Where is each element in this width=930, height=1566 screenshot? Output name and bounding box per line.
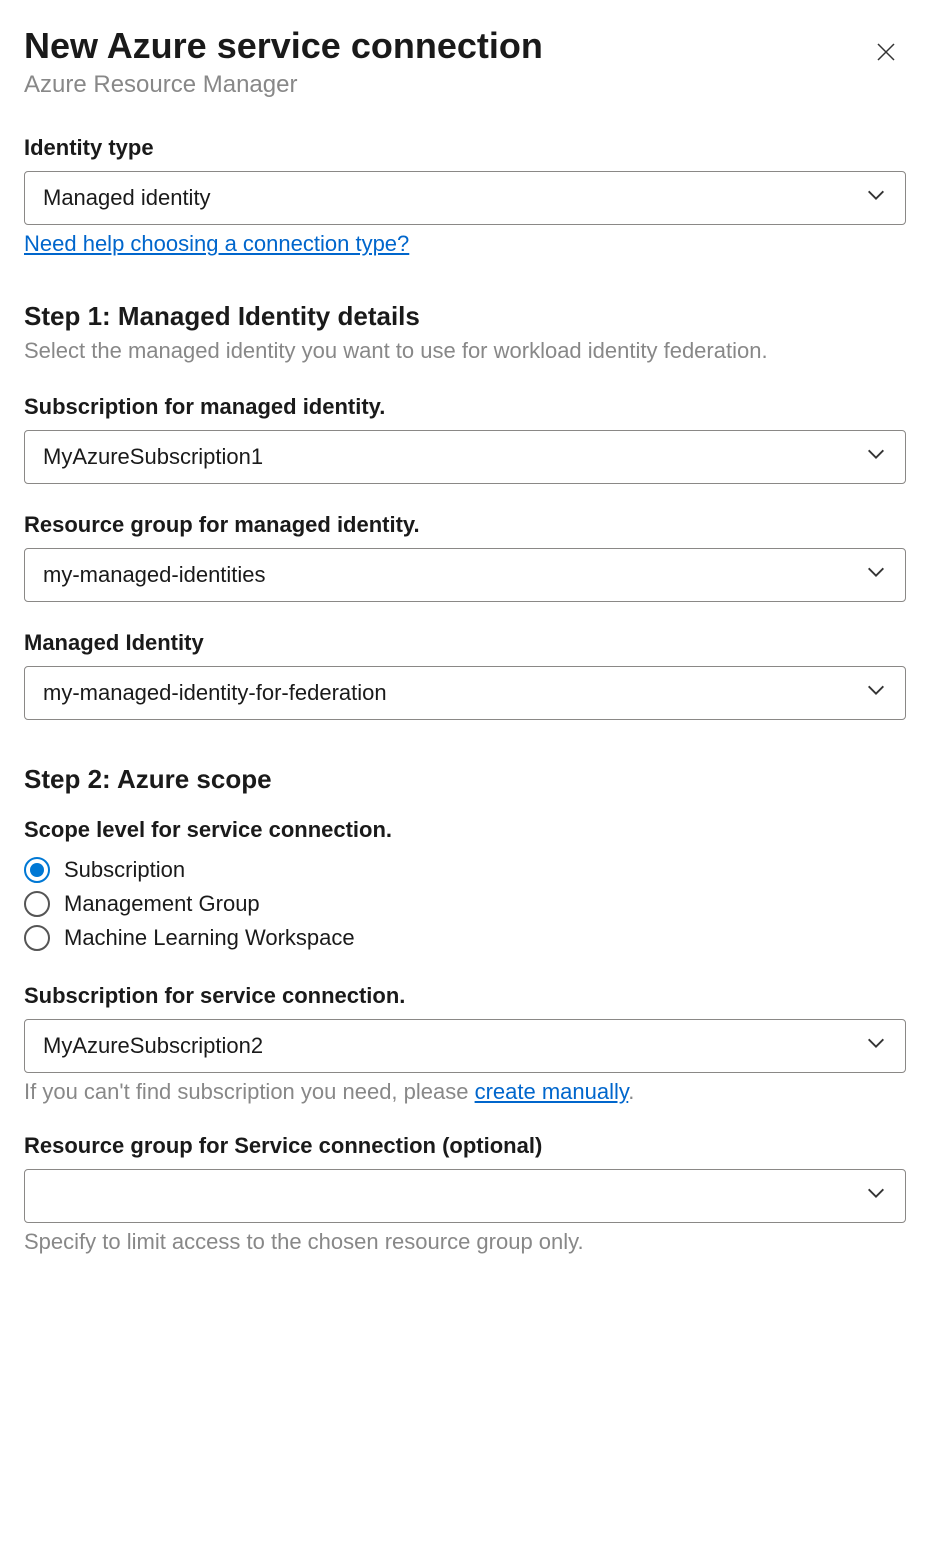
identity-type-dropdown[interactable]: Managed identity [24, 171, 906, 225]
step1-managed-identity-dropdown[interactable]: my-managed-identity-for-federation [24, 666, 906, 720]
step2-subscription-hint: If you can't find subscription you need,… [24, 1079, 906, 1105]
radio-label: Management Group [64, 891, 260, 917]
close-icon [874, 52, 898, 67]
radio-icon [24, 857, 50, 883]
step2-subscription-value: MyAzureSubscription2 [43, 1033, 263, 1059]
step1-subscription-dropdown[interactable]: MyAzureSubscription1 [24, 430, 906, 484]
panel-title: New Azure service connection [24, 24, 866, 67]
step1-resource-group-label: Resource group for managed identity. [24, 512, 906, 538]
radio-option-subscription[interactable]: Subscription [24, 853, 906, 887]
close-button[interactable] [866, 32, 906, 75]
radio-label: Subscription [64, 857, 185, 883]
radio-label: Machine Learning Workspace [64, 925, 355, 951]
step1-subscription-label: Subscription for managed identity. [24, 394, 906, 420]
chevron-down-icon [865, 561, 887, 589]
identity-type-value: Managed identity [43, 185, 211, 211]
step2-resource-group-hint: Specify to limit access to the chosen re… [24, 1229, 906, 1255]
step1-managed-identity-label: Managed Identity [24, 630, 906, 656]
help-link[interactable]: Need help choosing a connection type? [24, 231, 409, 257]
chevron-down-icon [865, 443, 887, 471]
step1-desc: Select the managed identity you want to … [24, 336, 906, 366]
panel-header: New Azure service connection Azure Resou… [24, 24, 906, 99]
chevron-down-icon [865, 679, 887, 707]
radio-option-management-group[interactable]: Management Group [24, 887, 906, 921]
scope-level-label: Scope level for service connection. [24, 817, 906, 843]
step2-subscription-label: Subscription for service connection. [24, 983, 906, 1009]
chevron-down-icon [865, 1032, 887, 1060]
panel-subtitle: Azure Resource Manager [24, 71, 866, 99]
hint-text-prefix: If you can't find subscription you need,… [24, 1079, 475, 1104]
scope-level-radio-group: Subscription Management Group Machine Le… [24, 853, 906, 955]
step1-resource-group-dropdown[interactable]: my-managed-identities [24, 548, 906, 602]
step1-resource-group-value: my-managed-identities [43, 562, 266, 588]
chevron-down-icon [865, 1182, 887, 1210]
step1-subscription-value: MyAzureSubscription1 [43, 444, 263, 470]
step2-title: Step 2: Azure scope [24, 764, 906, 795]
radio-icon [24, 891, 50, 917]
header-text: New Azure service connection Azure Resou… [24, 24, 866, 99]
step1-managed-identity-value: my-managed-identity-for-federation [43, 680, 387, 706]
step2-resource-group-label: Resource group for Service connection (o… [24, 1133, 906, 1159]
create-manually-link[interactable]: create manually [475, 1079, 629, 1104]
identity-type-label: Identity type [24, 135, 906, 161]
radio-option-ml-workspace[interactable]: Machine Learning Workspace [24, 921, 906, 955]
step2-subscription-dropdown[interactable]: MyAzureSubscription2 [24, 1019, 906, 1073]
step1-title: Step 1: Managed Identity details [24, 301, 906, 332]
radio-icon [24, 925, 50, 951]
hint-text-suffix: . [628, 1079, 634, 1104]
chevron-down-icon [865, 184, 887, 212]
step2-resource-group-dropdown[interactable] [24, 1169, 906, 1223]
